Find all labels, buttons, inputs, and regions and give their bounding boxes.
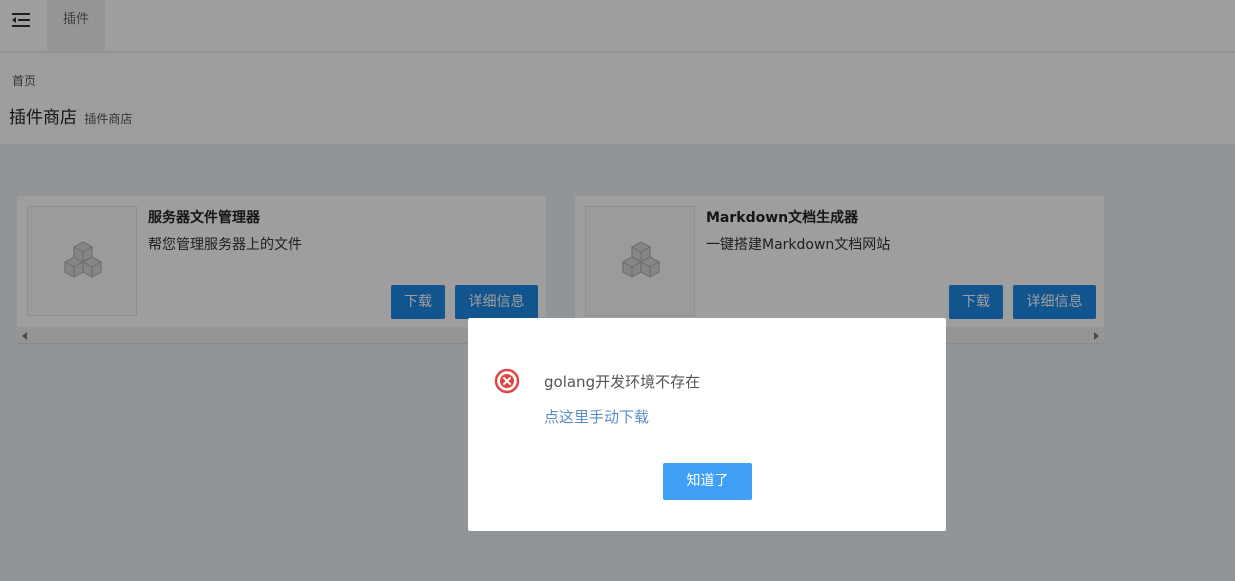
confirm-button[interactable]: 知道了: [663, 463, 752, 500]
manual-download-link[interactable]: 点这里手动下载: [544, 406, 649, 427]
error-dialog: golang开发环境不存在 点这里手动下载 知道了: [468, 318, 946, 531]
error-message: golang开发环境不存在: [544, 373, 701, 391]
error-circle-icon: [494, 368, 520, 398]
